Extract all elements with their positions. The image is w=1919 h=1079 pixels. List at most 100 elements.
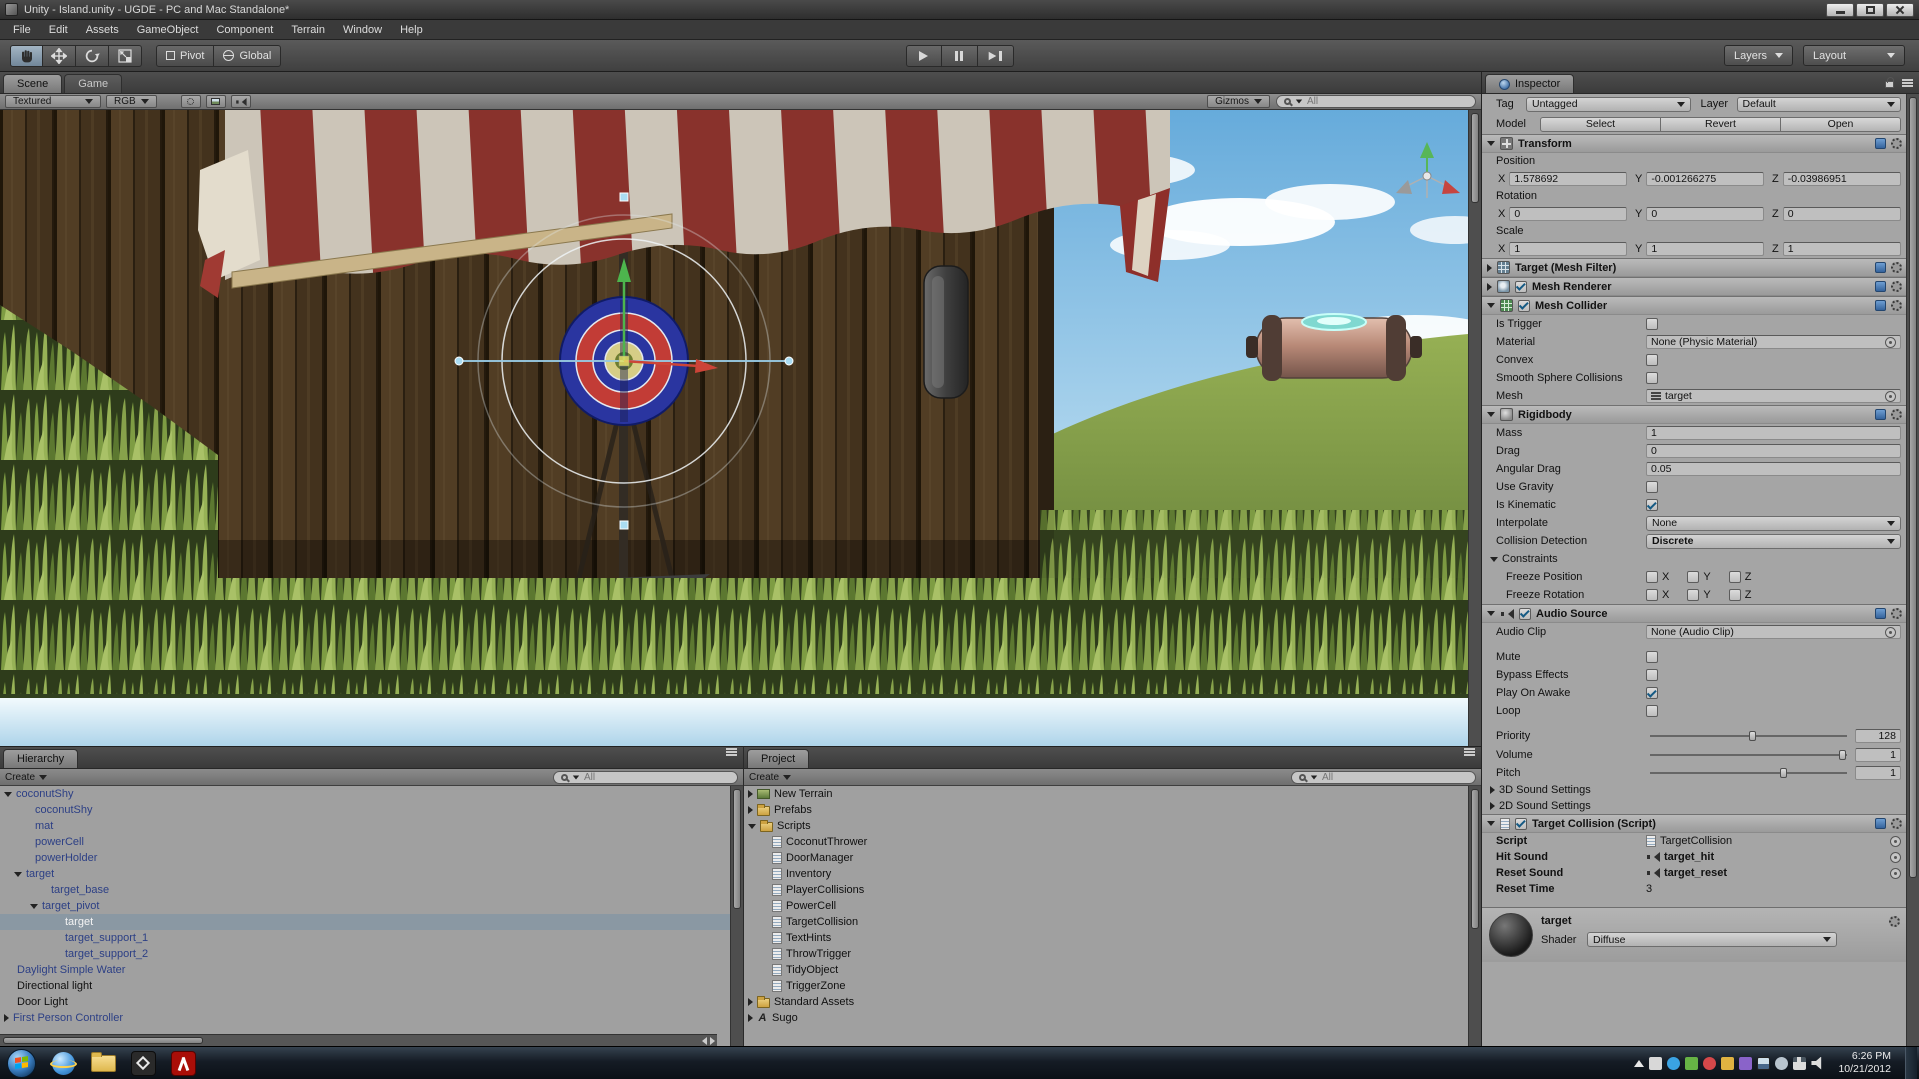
hierarchy-scrollbar[interactable] — [730, 786, 743, 1046]
taskbar-ie-icon[interactable] — [43, 1047, 83, 1079]
tray-up-arrow-icon[interactable] — [1634, 1060, 1644, 1067]
project-create-button[interactable]: Create — [749, 772, 791, 783]
taskbar-explorer-icon[interactable] — [83, 1047, 123, 1079]
scene-lighting-toggle[interactable] — [181, 95, 201, 108]
tray-icon[interactable] — [1649, 1057, 1662, 1070]
scroll-right-icon[interactable] — [710, 1037, 715, 1045]
position-z-field[interactable]: -0.03986951 — [1783, 172, 1901, 186]
help-icon[interactable] — [1875, 608, 1886, 619]
hierarchy-item[interactable]: Door Light — [0, 994, 730, 1010]
menu-edit[interactable]: Edit — [40, 22, 77, 38]
hierarchy-search-field[interactable] — [553, 771, 738, 784]
project-item[interactable]: New Terrain — [744, 786, 1468, 802]
gear-icon[interactable] — [1891, 409, 1902, 420]
menu-file[interactable]: File — [4, 22, 40, 38]
project-item[interactable]: Scripts — [744, 818, 1468, 834]
project-scrollbar[interactable] — [1468, 786, 1481, 1046]
tray-icon[interactable] — [1757, 1057, 1770, 1070]
rotation-y-field[interactable]: 0 — [1646, 207, 1764, 221]
help-icon[interactable] — [1875, 281, 1886, 292]
hierarchy-item[interactable]: coconutShy — [0, 802, 730, 818]
maximize-button[interactable] — [1856, 3, 1884, 17]
taskbar-adobe-reader-icon[interactable] — [163, 1047, 203, 1079]
scroll-left-icon[interactable] — [702, 1037, 707, 1045]
menu-assets[interactable]: Assets — [77, 22, 128, 38]
collision-detection-dropdown[interactable]: Discrete — [1646, 534, 1901, 549]
hit-sound-value[interactable]: target_hit — [1664, 851, 1714, 863]
scene-audio-toggle[interactable] — [231, 95, 251, 108]
project-item[interactable]: DoorManager — [744, 850, 1468, 866]
project-item[interactable]: Sugo — [744, 1010, 1468, 1026]
menu-window[interactable]: Window — [334, 22, 391, 38]
tab-game[interactable]: Game — [64, 74, 122, 93]
pitch-slider[interactable] — [1650, 767, 1847, 779]
freeze-rotation-x-checkbox[interactable] — [1646, 589, 1658, 601]
use-gravity-checkbox[interactable] — [1646, 481, 1658, 493]
inspector-scrollbar[interactable] — [1906, 94, 1919, 1046]
hierarchy-item[interactable]: First Person Controller — [0, 1010, 730, 1026]
project-search-field[interactable] — [1291, 771, 1476, 784]
project-item[interactable]: TextHints — [744, 930, 1468, 946]
move-tool-button[interactable] — [43, 45, 76, 67]
hierarchy-item[interactable]: mat — [0, 818, 730, 834]
gear-icon[interactable] — [1891, 262, 1902, 273]
hierarchy-create-button[interactable]: Create — [5, 772, 47, 783]
gizmo-handle[interactable] — [620, 193, 628, 201]
model-open-button[interactable]: Open — [1781, 117, 1901, 132]
convex-checkbox[interactable] — [1646, 354, 1658, 366]
layers-dropdown[interactable]: Layers — [1724, 45, 1793, 66]
bypass-effects-checkbox[interactable] — [1646, 669, 1658, 681]
taskbar-unity-icon[interactable] — [123, 1047, 163, 1079]
mesh-renderer-header[interactable]: Mesh Renderer — [1482, 277, 1907, 296]
rotation-x-field[interactable]: 0 — [1509, 207, 1627, 221]
shader-dropdown[interactable]: Diffuse — [1587, 932, 1837, 947]
hand-tool-button[interactable] — [10, 45, 43, 67]
drag-field[interactable]: 0 — [1646, 444, 1901, 458]
reset-sound-value[interactable]: target_reset — [1664, 867, 1727, 879]
mass-field[interactable]: 1 — [1646, 426, 1901, 440]
hierarchy-item[interactable]: coconutShy — [0, 786, 730, 802]
tray-icon[interactable] — [1739, 1057, 1752, 1070]
rigidbody-header[interactable]: Rigidbody — [1482, 405, 1907, 424]
hierarchy-item[interactable]: powerHolder — [0, 850, 730, 866]
project-item[interactable]: TargetCollision — [744, 914, 1468, 930]
hierarchy-item[interactable]: target_support_2 — [0, 946, 730, 962]
pivot-button[interactable]: Pivot — [156, 45, 214, 67]
gear-icon[interactable] — [1891, 138, 1902, 149]
reset-time-value[interactable]: 3 — [1646, 883, 1652, 895]
scene-search-field[interactable] — [1276, 95, 1476, 108]
constraints-foldout[interactable]: Constraints — [1502, 553, 1558, 565]
transform-header[interactable]: Transform — [1482, 134, 1907, 153]
project-item[interactable]: Standard Assets — [744, 994, 1468, 1010]
pipe-object[interactable] — [924, 266, 968, 398]
scene-skybox-toggle[interactable] — [206, 95, 226, 108]
help-icon[interactable] — [1875, 409, 1886, 420]
gear-icon[interactable] — [1891, 818, 1902, 829]
hierarchy-item[interactable]: target — [0, 866, 730, 882]
angular-drag-field[interactable]: 0.05 — [1646, 462, 1901, 476]
close-button[interactable] — [1886, 3, 1914, 17]
tray-volume-icon[interactable] — [1811, 1057, 1824, 1070]
tab-inspector[interactable]: Inspector — [1485, 74, 1574, 93]
project-item[interactable]: Prefabs — [744, 802, 1468, 818]
play-on-awake-checkbox[interactable] — [1646, 687, 1658, 699]
priority-field[interactable]: 128 — [1855, 729, 1901, 743]
audio-source-header[interactable]: Audio Source — [1482, 604, 1907, 623]
scale-x-field[interactable]: 1 — [1509, 242, 1627, 256]
project-item[interactable]: CoconutThrower — [744, 834, 1468, 850]
sound-3d-foldout[interactable]: 3D Sound Settings — [1499, 784, 1591, 796]
gizmo-handle[interactable] — [620, 521, 628, 529]
priority-slider[interactable] — [1650, 730, 1847, 742]
tab-scene[interactable]: Scene — [3, 74, 62, 93]
layout-dropdown[interactable]: Layout — [1803, 45, 1905, 66]
gizmo-handle[interactable] — [455, 357, 463, 365]
hierarchy-hscrollbar[interactable] — [0, 1034, 717, 1046]
smooth-sphere-checkbox[interactable] — [1646, 372, 1658, 384]
play-button[interactable] — [906, 45, 942, 67]
layer-dropdown[interactable]: Default — [1737, 97, 1902, 112]
freeze-rotation-z-checkbox[interactable] — [1729, 589, 1741, 601]
rotation-z-field[interactable]: 0 — [1783, 207, 1901, 221]
position-x-field[interactable]: 1.578692 — [1509, 172, 1627, 186]
script-value[interactable]: TargetCollision — [1660, 835, 1732, 847]
pause-button[interactable] — [942, 45, 978, 67]
